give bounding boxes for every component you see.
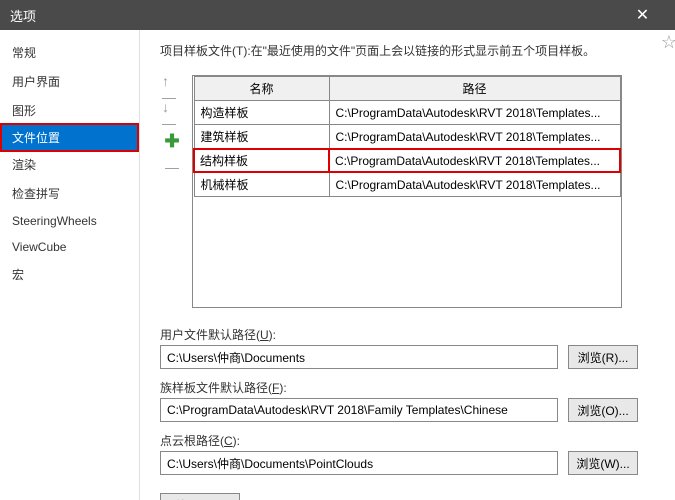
- cell-name[interactable]: 结构样板: [194, 149, 329, 172]
- table-row[interactable]: 建筑样板C:\ProgramData\Autodesk\RVT 2018\Tem…: [194, 125, 620, 150]
- table-row[interactable]: 构造样板C:\ProgramData\Autodesk\RVT 2018\Tem…: [194, 101, 620, 125]
- path-field-2: 点云根路径(C): 浏览(W)...: [160, 432, 655, 475]
- field-input-row: 浏览(W)...: [160, 451, 655, 475]
- cell-path[interactable]: C:\ProgramData\Autodesk\RVT 2018\Templat…: [329, 101, 620, 125]
- column-header-path[interactable]: 路径: [329, 77, 620, 101]
- sidebar-item-8[interactable]: 宏: [0, 260, 139, 289]
- sidebar-item-7[interactable]: ViewCube: [0, 234, 139, 260]
- path-input[interactable]: [160, 345, 558, 369]
- remove-row-button[interactable]: —: [162, 157, 182, 177]
- cell-path[interactable]: C:\ProgramData\Autodesk\RVT 2018\Templat…: [329, 172, 620, 197]
- browse-button[interactable]: 浏览(R)...: [568, 345, 638, 369]
- description-text: 项目样板文件(T):在"最近使用的文件"页面上会以链接的形式显示前五个项目样板。: [160, 42, 655, 59]
- cell-name[interactable]: 机械样板: [194, 172, 329, 197]
- cell-name[interactable]: 建筑样板: [194, 125, 329, 150]
- sidebar-item-5[interactable]: 检查拼写: [0, 179, 139, 208]
- cell-path[interactable]: C:\ProgramData\Autodesk\RVT 2018\Templat…: [329, 125, 620, 150]
- cell-path[interactable]: C:\ProgramData\Autodesk\RVT 2018\Templat…: [329, 149, 620, 172]
- close-button[interactable]: ✕: [620, 0, 665, 30]
- star-icon[interactable]: ☆: [661, 32, 675, 53]
- path-field-1: 族样板文件默认路径(F): 浏览(O)...: [160, 379, 655, 422]
- titlebar: 选项 ✕: [0, 0, 675, 30]
- add-row-button[interactable]: ✚: [162, 131, 182, 151]
- sidebar-item-1[interactable]: 用户界面: [0, 67, 139, 96]
- field-label: 用户文件默认路径(U):: [160, 326, 655, 343]
- column-header-name[interactable]: 名称: [194, 77, 329, 101]
- table-button-column: ↑— ↓— ✚ —: [160, 75, 184, 308]
- path-field-0: 用户文件默认路径(U): 浏览(R)...: [160, 326, 655, 369]
- field-label: 点云根路径(C):: [160, 432, 655, 449]
- move-down-button[interactable]: ↓—: [162, 105, 182, 125]
- window-title: 选项: [10, 6, 620, 25]
- sidebar-item-2[interactable]: 图形: [0, 96, 139, 125]
- move-up-button[interactable]: ↑—: [162, 79, 182, 99]
- place-button[interactable]: 放置(P)...: [160, 493, 240, 500]
- table-row[interactable]: 机械样板C:\ProgramData\Autodesk\RVT 2018\Tem…: [194, 172, 620, 197]
- field-input-row: 浏览(O)...: [160, 398, 655, 422]
- sidebar: 常规用户界面图形文件位置渲染检查拼写SteeringWheelsViewCube…: [0, 30, 140, 500]
- main: 常规用户界面图形文件位置渲染检查拼写SteeringWheelsViewCube…: [0, 30, 675, 500]
- field-label: 族样板文件默认路径(F):: [160, 379, 655, 396]
- browse-button[interactable]: 浏览(W)...: [568, 451, 638, 475]
- sidebar-item-0[interactable]: 常规: [0, 38, 139, 67]
- sidebar-item-4[interactable]: 渲染: [0, 150, 139, 179]
- template-table: 名称 路径 构造样板C:\ProgramData\Autodesk\RVT 20…: [192, 75, 622, 308]
- browse-button[interactable]: 浏览(O)...: [568, 398, 638, 422]
- field-input-row: 浏览(R)...: [160, 345, 655, 369]
- sidebar-item-6[interactable]: SteeringWheels: [0, 208, 139, 234]
- content-pane: 项目样板文件(T):在"最近使用的文件"页面上会以链接的形式显示前五个项目样板。…: [140, 30, 675, 500]
- template-table-area: ↑— ↓— ✚ — 名称 路径 构造样板C:\ProgramData\Autod…: [160, 75, 655, 308]
- table-row[interactable]: 结构样板C:\ProgramData\Autodesk\RVT 2018\Tem…: [194, 149, 620, 172]
- path-input[interactable]: [160, 398, 558, 422]
- sidebar-item-3[interactable]: 文件位置: [0, 123, 139, 152]
- path-input[interactable]: [160, 451, 558, 475]
- cell-name[interactable]: 构造样板: [194, 101, 329, 125]
